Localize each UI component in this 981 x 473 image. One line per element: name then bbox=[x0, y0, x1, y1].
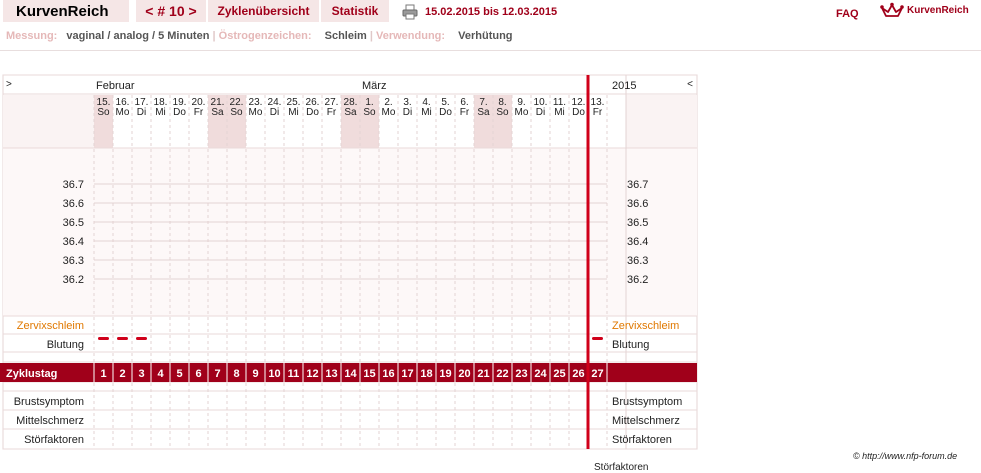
cycle-day-number: 1 bbox=[100, 368, 106, 380]
y-tick-label-left: 36.6 bbox=[63, 198, 84, 210]
day-weekday-label: So bbox=[363, 107, 376, 118]
y-tick-label-left: 36.7 bbox=[63, 179, 84, 191]
y-tick-label-right: 36.3 bbox=[627, 255, 648, 267]
y-tick-label-right: 36.5 bbox=[627, 217, 648, 229]
cycle-day-number: 18 bbox=[420, 368, 432, 380]
day-weekday-label: Di bbox=[403, 107, 412, 118]
y-tick-label-right: 36.7 bbox=[627, 179, 648, 191]
day-weekday-label: Mi bbox=[421, 107, 432, 118]
cervical-mucus-label-left: Zervixschleim bbox=[17, 320, 84, 332]
right-header-panel bbox=[626, 95, 697, 148]
day-weekday-label: Sa bbox=[211, 107, 224, 118]
symptom-label-left: Brustsymptom bbox=[14, 396, 84, 408]
day-weekday-label: Do bbox=[173, 107, 186, 118]
symptom-label-right: Mittelschmerz bbox=[612, 415, 680, 427]
y-tick-label-left: 36.4 bbox=[63, 236, 84, 248]
bleeding-label-right: Blutung bbox=[612, 339, 649, 351]
cycle-day-number: 26 bbox=[572, 368, 584, 380]
cycle-day-number: 10 bbox=[268, 368, 280, 380]
cycle-day-number: 2 bbox=[119, 368, 125, 380]
y-tick-label-right: 36.2 bbox=[627, 274, 648, 286]
year-label: 2015 bbox=[612, 80, 636, 92]
cycle-day-number: 8 bbox=[233, 368, 239, 380]
day-weekday-label: Do bbox=[439, 107, 452, 118]
month-label: Februar bbox=[96, 80, 135, 92]
cycle-day-number: 4 bbox=[157, 368, 164, 380]
symptom-label-right: Brustsymptom bbox=[612, 396, 682, 408]
day-weekday-label: Mi bbox=[554, 107, 565, 118]
bleeding-label-left: Blutung bbox=[47, 339, 84, 351]
left-header-panel bbox=[3, 95, 94, 148]
cycle-day-number: 9 bbox=[252, 368, 258, 380]
day-weekday-label: Mo bbox=[249, 107, 263, 118]
y-tick-label-left: 36.5 bbox=[63, 217, 84, 229]
y-tick-label-left: 36.3 bbox=[63, 255, 84, 267]
cycle-day-number: 25 bbox=[553, 368, 565, 380]
day-weekday-label: So bbox=[97, 107, 110, 118]
day-weekday-label: So bbox=[230, 107, 243, 118]
nav-prev-arrow: > bbox=[6, 79, 12, 90]
day-weekday-label: Sa bbox=[344, 107, 357, 118]
bleeding-mark bbox=[136, 337, 147, 340]
cycle-day-number: 14 bbox=[344, 368, 357, 380]
cycle-day-number: 17 bbox=[401, 368, 413, 380]
cycle-day-number: 19 bbox=[439, 368, 451, 380]
bleeding-mark bbox=[592, 337, 603, 340]
day-weekday-label: Sa bbox=[477, 107, 490, 118]
cycle-day-number: 6 bbox=[195, 368, 201, 380]
cycle-day-number: 13 bbox=[325, 368, 337, 380]
y-tick-label-right: 36.4 bbox=[627, 236, 648, 248]
nav-next-arrow: < bbox=[687, 79, 693, 90]
day-weekday-label: Di bbox=[137, 107, 146, 118]
y-tick-label-right: 36.6 bbox=[627, 198, 648, 210]
cycle-day-number: 15 bbox=[363, 368, 375, 380]
bleeding-mark bbox=[117, 337, 128, 340]
cycle-day-row-label: Zyklustag bbox=[6, 368, 57, 380]
day-weekday-label: Do bbox=[306, 107, 319, 118]
day-weekday-label: Mo bbox=[116, 107, 130, 118]
temperature-area bbox=[3, 148, 697, 316]
symptom-label-left: Mittelschmerz bbox=[16, 415, 84, 427]
day-weekday-label: Fr bbox=[593, 107, 603, 118]
day-weekday-label: Mi bbox=[288, 107, 299, 118]
day-weekday-label: Mi bbox=[155, 107, 166, 118]
cycle-day-number: 27 bbox=[591, 368, 603, 380]
cycle-day-number: 16 bbox=[382, 368, 394, 380]
bleeding-mark bbox=[98, 337, 109, 340]
cycle-day-number: 23 bbox=[515, 368, 527, 380]
month-label: März bbox=[362, 80, 386, 92]
y-tick-label-left: 36.2 bbox=[63, 274, 84, 286]
symptom-label-left: Störfaktoren bbox=[24, 434, 84, 446]
day-weekday-label: Fr bbox=[194, 107, 204, 118]
cycle-day-number: 11 bbox=[288, 368, 300, 380]
day-weekday-label: Fr bbox=[327, 107, 337, 118]
symptom-label-right: Störfaktoren bbox=[612, 434, 672, 446]
cycle-day-number: 12 bbox=[306, 368, 318, 380]
day-weekday-label: Mo bbox=[382, 107, 396, 118]
cycle-day-number: 22 bbox=[496, 368, 508, 380]
cycle-day-number: 21 bbox=[477, 368, 489, 380]
cervical-mucus-label-right: Zervixschleim bbox=[612, 320, 679, 332]
day-weekday-label: Do bbox=[572, 107, 585, 118]
cycle-chart: 36.7 36.7 36.6 36.6 36.5 36.5 36.4 36.4 36.3 36.3… bbox=[0, 74, 698, 450]
day-weekday-label: Mo bbox=[515, 107, 529, 118]
cycle-day-number: 5 bbox=[176, 368, 182, 380]
day-weekday-label: Di bbox=[536, 107, 545, 118]
day-weekday-label: Fr bbox=[460, 107, 470, 118]
day-weekday-label: Di bbox=[270, 107, 279, 118]
cycle-day-number: 7 bbox=[214, 368, 220, 380]
cycle-day-number: 24 bbox=[534, 368, 547, 380]
copyright: © http://www.nfp-forum.de bbox=[853, 451, 958, 461]
cycle-day-number: 20 bbox=[458, 368, 470, 380]
day-weekday-label: So bbox=[496, 107, 509, 118]
cycle-day-number: 3 bbox=[138, 368, 144, 380]
